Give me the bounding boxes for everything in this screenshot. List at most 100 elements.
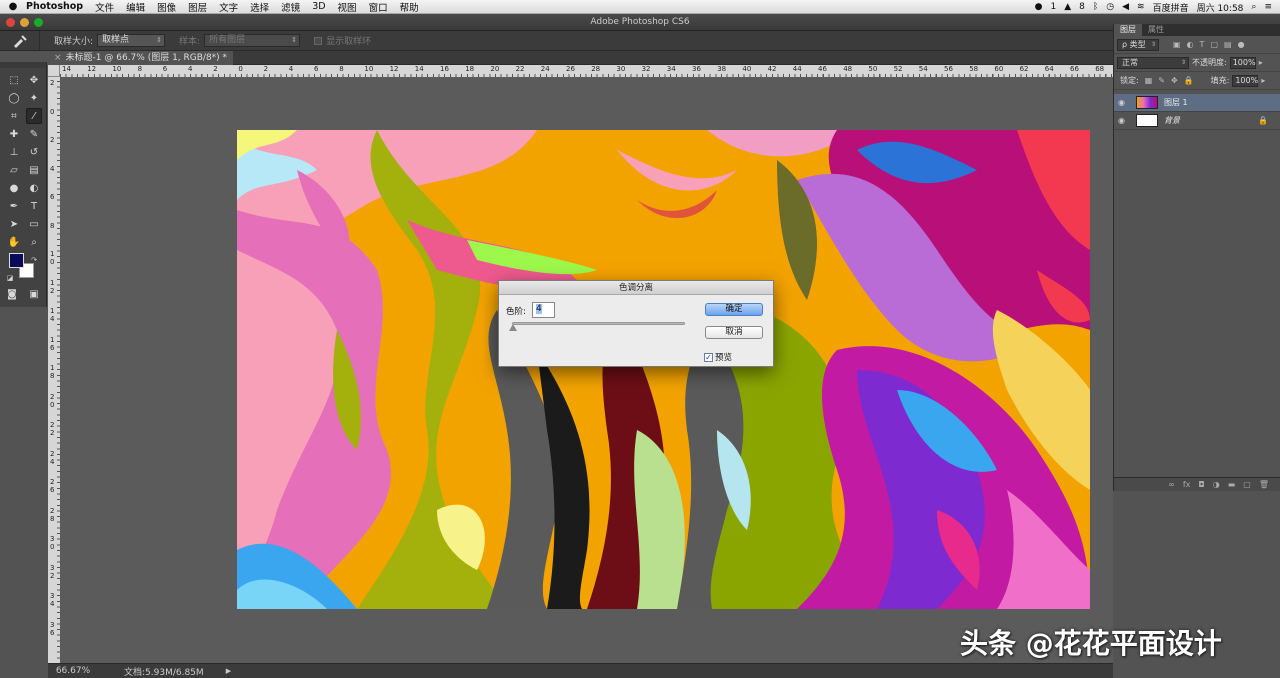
toolbox-grip[interactable] [0,62,46,68]
link-icon[interactable]: ∞ [1168,480,1175,489]
foreground-color-swatch[interactable] [9,253,24,268]
quick-mask-icon[interactable]: ◙ [4,286,20,302]
levels-slider-thumb[interactable] [509,324,517,331]
crop-tool-icon[interactable]: ⌗ [6,108,22,124]
levels-slider-track[interactable] [512,322,685,325]
history-brush-tool-icon[interactable]: ↺ [26,144,42,160]
default-colors-icon[interactable]: ◪ [2,270,18,286]
dialog-title[interactable]: 色调分离 [499,281,773,295]
menu-help[interactable]: 帮助 [400,0,419,14]
bluetooth-icon[interactable]: ᛒ [1093,2,1098,12]
healing-tool-icon[interactable]: ✚ [6,126,22,142]
apple-icon[interactable]: ● [0,1,26,12]
menu-3d[interactable]: 3D [312,1,325,12]
trash-icon[interactable]: 🗑 [1259,480,1269,489]
fill-dropdown-icon[interactable]: ▸ [1261,76,1265,85]
spotlight-icon[interactable]: ⌕ [1251,2,1256,12]
status-menu-arrow[interactable]: ▶ [226,667,231,675]
volume-icon[interactable]: ◀ [1122,2,1129,12]
magic-wand-tool-icon[interactable]: ✦ [26,90,42,106]
type-tool-icon[interactable]: T [26,198,42,214]
stamp-tool-icon[interactable]: ⊥ [6,144,22,160]
filter-toggle-icon[interactable]: ● [1238,40,1245,49]
levels-input[interactable]: 4 [532,302,555,318]
close-tab-icon[interactable]: × [54,53,62,63]
visibility-eye-icon[interactable]: ◉ [1118,98,1130,107]
filter-smart-icon[interactable]: ▤ [1224,40,1232,49]
blur-tool-icon[interactable]: ● [6,180,22,196]
app-menu[interactable]: Photoshop [26,1,83,12]
screen-mode-icon[interactable]: ▣ [26,286,42,302]
filter-pixel-icon[interactable]: ▣ [1173,40,1181,49]
zoom-tool-icon[interactable]: ⌕ [26,234,42,250]
menu-type[interactable]: 文字 [219,0,238,14]
qq-icon[interactable]: ● [1035,2,1043,12]
sample-size-select[interactable]: 取样点 [97,34,166,47]
timemachine-icon[interactable]: ◷ [1106,2,1114,12]
menu-view[interactable]: 视图 [338,0,357,14]
sample-select[interactable]: 所有图层 [204,34,301,47]
lock-pixels-icon[interactable]: ✎ [1158,76,1165,85]
dodge-tool-icon[interactable]: ◐ [26,180,42,196]
lasso-tool-icon[interactable]: ◯ [6,90,22,106]
pen-tool-icon[interactable]: ✒ [6,198,22,214]
layer-row-background[interactable]: ◉ 背景 🔒 [1114,112,1280,130]
preview-option[interactable]: ✓ 预览 [704,351,732,363]
ruler-origin[interactable] [48,65,60,77]
eyedropper-preset-icon[interactable] [0,30,40,51]
vertical-ruler[interactable]: 2 0 2 4 6 8 1 0 1 2 1 4 1 6 1 8 2 0 2 2 2 4 2 6 2 8 3 0 3… [48,77,60,664]
menu-image[interactable]: 图像 [157,0,176,14]
tray-icon[interactable]: ▲ [1064,2,1071,12]
shape-tool-icon[interactable]: ▭ [26,216,42,232]
clock[interactable]: 周六 10:58 [1197,1,1244,14]
gradient-tool-icon[interactable]: ▤ [26,162,42,178]
filter-type-icon[interactable]: T [1200,40,1205,49]
eraser-tool-icon[interactable]: ▱ [6,162,22,178]
ok-button[interactable]: 确定 [705,303,763,316]
menu-filter[interactable]: 滤镜 [281,0,300,14]
menu-file[interactable]: 文件 [95,0,114,14]
show-ring-checkbox[interactable] [314,36,323,45]
document-tab[interactable]: × 未标题-1 @ 66.7% (图层 1, RGB/8*) * [48,51,234,65]
opacity-input[interactable]: 100% [1229,56,1256,69]
layer-name[interactable]: 图层 1 [1164,97,1188,108]
new-layer-icon[interactable]: ▢ [1243,480,1251,489]
fill-input[interactable]: 100% [1232,74,1259,87]
notification-icon[interactable]: ≡ [1264,2,1272,12]
visibility-eye-icon[interactable]: ◉ [1118,116,1130,125]
eyedropper-tool-icon[interactable]: ⁄ [26,108,42,124]
zoom-level[interactable]: 66.67% [52,666,94,676]
hand-tool-icon[interactable]: ✋ [6,234,22,250]
lock-position-icon[interactable]: ✥ [1171,76,1178,85]
group-icon[interactable]: ▬ [1228,480,1236,489]
tab-layers[interactable]: 图层 [1114,24,1142,36]
ime-indicator[interactable]: 百度拼音 [1153,1,1189,14]
horizontal-ruler[interactable]: 14 12 10 8 6 4 2 0 2 4 6 8 10 12 14 16 18 20 22 24 26 28 30 32 3… [60,65,1113,77]
adjustment-icon[interactable]: ◑ [1213,480,1220,489]
filter-adjust-icon[interactable]: ◐ [1187,40,1194,49]
preview-checkbox[interactable]: ✓ [704,352,713,362]
lock-transparent-icon[interactable]: ▦ [1145,76,1153,85]
path-select-tool-icon[interactable]: ➤ [6,216,22,232]
brush-tool-icon[interactable]: ✎ [26,126,42,142]
blend-mode-select[interactable]: 正常 [1117,56,1189,69]
fx-icon[interactable]: fx [1183,480,1191,489]
wifi-icon[interactable]: ≋ [1137,2,1145,12]
menu-layer[interactable]: 图层 [188,0,207,14]
mask-icon[interactable]: ◘ [1198,480,1204,489]
move-tool-icon[interactable]: ✥ [26,72,42,88]
lock-all-icon[interactable]: 🔒 [1184,76,1194,85]
filter-shape-icon[interactable]: ▢ [1210,40,1218,49]
document-canvas[interactable] [237,130,1090,609]
ruler-tick-label: 3 0 [50,535,55,551]
tab-properties[interactable]: 属性 [1142,24,1170,36]
layer-name[interactable]: 背景 [1164,115,1180,126]
menu-select[interactable]: 选择 [250,0,269,14]
cancel-button[interactable]: 取消 [705,326,763,339]
menu-window[interactable]: 窗口 [369,0,388,14]
menu-edit[interactable]: 编辑 [126,0,145,14]
layer-row-1[interactable]: ◉ 图层 1 [1114,94,1280,112]
marquee-tool-icon[interactable]: ⬚ [6,72,22,88]
opacity-dropdown-icon[interactable]: ▸ [1259,58,1263,67]
layer-filter-select[interactable]: ρ 类型 [1117,38,1159,51]
